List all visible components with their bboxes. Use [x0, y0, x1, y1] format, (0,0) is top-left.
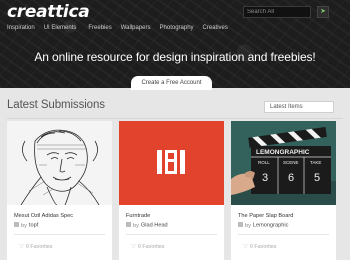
card-divider [238, 234, 329, 235]
search-button[interactable]: ➤ [317, 6, 329, 18]
card-thumbnail[interactable] [119, 121, 224, 205]
clapperboard-photo-image: LEMONGRAPHIC ROLL SCENE TAKE 3 6 5 [231, 121, 336, 205]
card-title[interactable]: Mesut Ozil Adidas Spec [14, 213, 73, 219]
hero-header: creattica ➤ Inspiration UI Elements Free… [0, 0, 350, 88]
section-divider [7, 118, 343, 119]
submission-card[interactable]: Furntrade by Glad Head ♡ 0 Favorites [119, 121, 224, 260]
submission-card[interactable]: LEMONGRAPHIC ROLL SCENE TAKE 3 6 5 The P… [231, 121, 336, 260]
card-title[interactable]: Furntrade [126, 213, 150, 219]
heart-icon[interactable]: ♡ [243, 244, 248, 250]
card-divider [14, 234, 105, 235]
card-thumbnail[interactable]: LEMONGRAPHIC ROLL SCENE TAKE 3 6 5 [231, 121, 336, 205]
section-title: Latest Submissions [7, 99, 105, 111]
search-icon: ➤ [320, 8, 326, 15]
card-author: by Lemongraphic [238, 222, 288, 229]
slate-brand-text: LEMONGRAPHIC [256, 149, 310, 156]
card-favorites: ♡ 0 Favorites [243, 244, 277, 250]
create-account-button[interactable]: Create a Free Account [131, 76, 212, 90]
latest-items-dropdown[interactable]: Latest Items [264, 101, 334, 113]
hero-tagline: An online resource for design inspiratio… [34, 50, 316, 64]
author-link[interactable]: topf [29, 223, 38, 229]
heart-icon[interactable]: ♡ [131, 244, 136, 250]
card-author: by topf [14, 222, 38, 229]
card-thumbnail[interactable] [7, 121, 112, 205]
search-input[interactable] [243, 6, 311, 18]
slate-scene-number: 6 [288, 172, 294, 184]
slate-roll-label: ROLL [258, 160, 270, 165]
card-divider [126, 234, 217, 235]
furntrade-logo-image [157, 150, 185, 174]
slate-take-label: TAKE [310, 160, 321, 165]
author-avatar [126, 222, 131, 227]
nav-item-inspiration[interactable]: Inspiration [7, 25, 35, 31]
card-title[interactable]: The Paper Slap Board [238, 213, 293, 219]
submission-card[interactable]: Mesut Ozil Adidas Spec by topf ♡ 0 Favorit… [7, 121, 112, 260]
slate-roll-number: 3 [262, 172, 268, 184]
nav-item-creatives[interactable]: Creatives [203, 25, 228, 31]
portrait-sketch-image [20, 129, 100, 205]
author-avatar [14, 222, 19, 227]
card-favorites: ♡ 0 Favorites [131, 244, 165, 250]
card-favorites: ♡ 0 Favorites [19, 244, 53, 250]
slate-scene-label: SCENE [283, 160, 299, 165]
main-nav: Inspiration UI Elements Freebies Wallpap… [7, 25, 237, 31]
nav-item-wallpapers[interactable]: Wallpapers [121, 25, 151, 31]
author-link[interactable]: Glad Head [141, 223, 168, 229]
author-avatar [238, 222, 243, 227]
nav-item-ui-elements[interactable]: UI Elements [44, 25, 77, 31]
nav-item-freebies[interactable]: Freebies [88, 25, 111, 31]
heart-icon[interactable]: ♡ [19, 244, 24, 250]
author-link[interactable]: Lemongraphic [253, 223, 288, 229]
nav-item-photography[interactable]: Photography [160, 25, 194, 31]
slate-take-number: 5 [314, 172, 320, 184]
card-author: by Glad Head [126, 222, 168, 229]
site-logo[interactable]: creattica [7, 2, 90, 22]
